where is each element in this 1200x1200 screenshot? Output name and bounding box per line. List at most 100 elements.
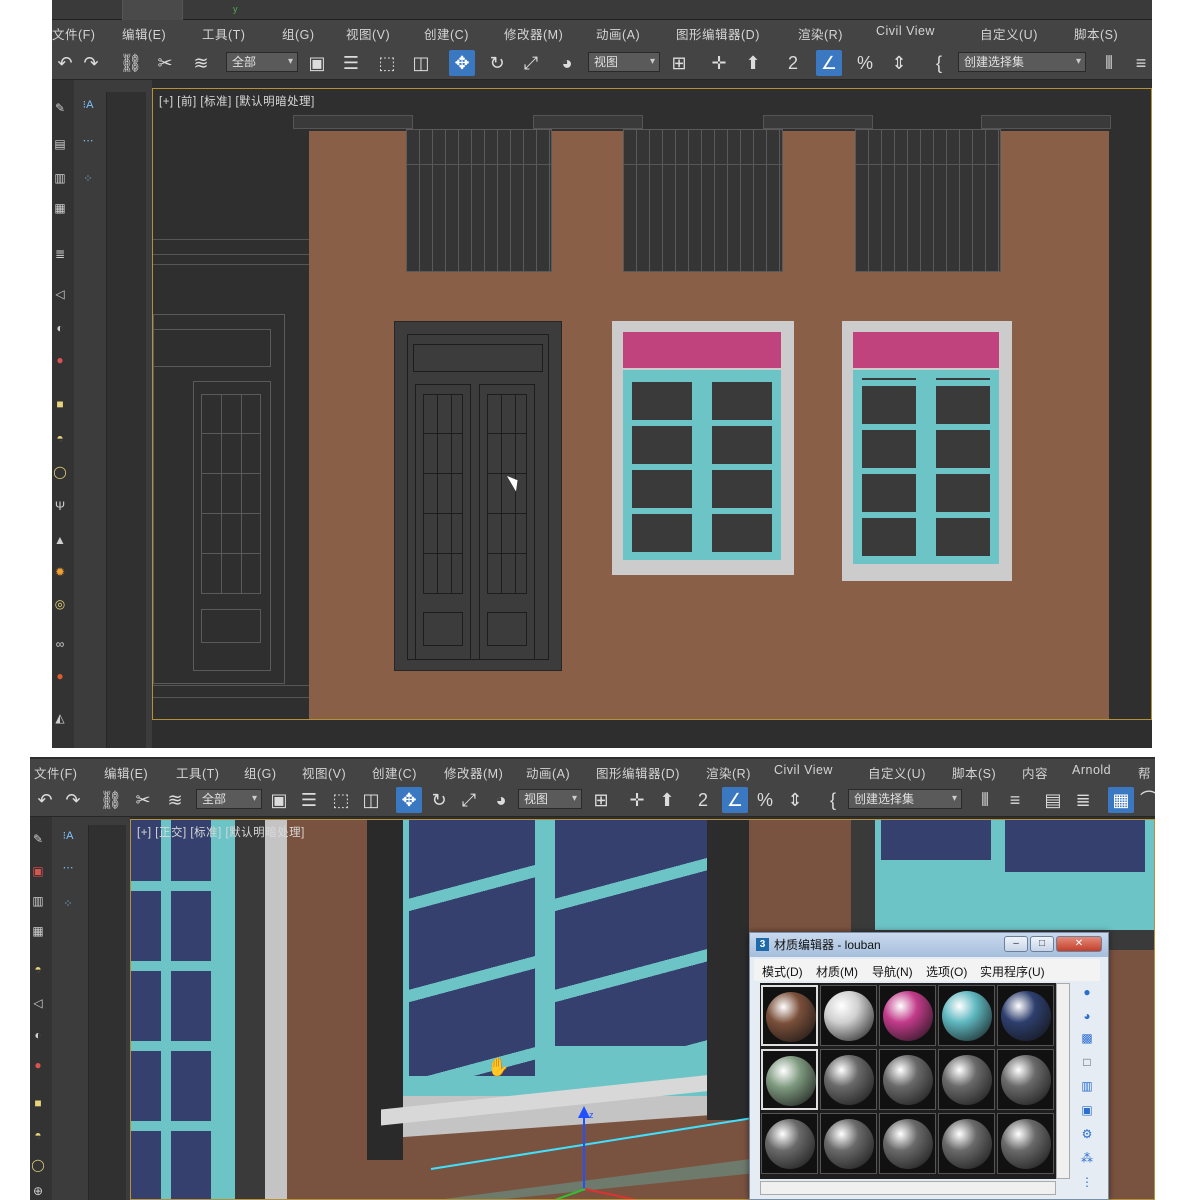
keyboard-shortcut-toggle-icon[interactable]: ⬆ — [654, 787, 680, 813]
menu-animation[interactable]: 动画(A) — [526, 763, 570, 782]
menu-views[interactable]: 视图(V) — [302, 763, 346, 782]
menu-modifiers[interactable]: 修改器(M) — [444, 763, 503, 782]
sample-type-icon[interactable]: ● — [1078, 983, 1096, 1001]
spinner-snap-icon[interactable]: ⇕ — [782, 787, 808, 813]
undo-icon[interactable]: ↶ — [32, 787, 58, 813]
redo-icon[interactable]: ↷ — [60, 787, 86, 813]
menu-rendering[interactable]: 渲染(R) — [706, 763, 751, 782]
image-icon[interactable]: ▣ — [30, 863, 46, 879]
dome-icon[interactable]: ◓ — [30, 1127, 46, 1143]
background-icon[interactable]: ▩ — [1078, 1029, 1096, 1047]
globe-icon[interactable]: ⊕ — [30, 1183, 46, 1199]
camera-icon[interactable]: ◭ — [52, 710, 68, 726]
sphere-icon[interactable]: ◯ — [30, 1157, 46, 1173]
menu-create[interactable]: 创建(C) — [372, 763, 417, 782]
toggle-ribbon-icon[interactable]: ▦ — [1108, 787, 1134, 813]
half-circle-icon[interactable]: ◐ — [30, 1027, 46, 1043]
select-and-move-icon[interactable]: ✥ — [449, 50, 475, 76]
menu-edit[interactable]: 编辑(E) — [122, 24, 166, 43]
particle-icon[interactable]: ● — [52, 668, 68, 684]
unlink-icon[interactable]: ✂ — [152, 50, 178, 76]
angle-snap-icon[interactable]: ∠ — [722, 787, 748, 813]
front-viewport[interactable]: [+] [前] [标准] [默认明暗处理] — [152, 88, 1152, 720]
sun-icon[interactable]: ✹ — [52, 564, 68, 580]
list-icon[interactable]: ≣ — [52, 246, 68, 262]
selection-filter-dropdown[interactable]: 全部 — [226, 52, 298, 72]
gizmo-z-axis[interactable] — [583, 1116, 585, 1190]
window-2[interactable] — [842, 321, 1012, 581]
fork-icon[interactable]: Ψ — [52, 498, 68, 514]
material-sample-slot[interactable] — [820, 1113, 877, 1174]
menu-edit[interactable]: 编辑(E) — [104, 763, 148, 782]
angle-snap-icon[interactable]: ∠ — [816, 50, 842, 76]
make-preview-icon[interactable]: ▣ — [1078, 1101, 1096, 1119]
circle-snap-icon[interactable]: ⁘ — [54, 893, 82, 915]
select-and-move-icon[interactable]: ✥ — [396, 787, 422, 813]
vertical-scrollbar[interactable] — [1056, 983, 1070, 1179]
menu-modifiers[interactable]: 修改器(M) — [504, 24, 563, 43]
mat-menu-options[interactable]: 选项(O) — [926, 963, 967, 980]
vertex-snap-icon[interactable]: ⋯ — [74, 130, 102, 152]
percent-snap-icon[interactable]: % — [852, 50, 878, 76]
material-sample-slot[interactable] — [761, 985, 818, 1046]
triangle-icon[interactable]: ▲ — [52, 532, 68, 548]
pivot-center-icon[interactable]: ⊞ — [666, 50, 692, 76]
link-icon[interactable]: ⛓ — [98, 787, 124, 813]
curve-editor-icon[interactable]: ⌒ — [1136, 787, 1155, 813]
named-selection-dropdown[interactable]: 创建选择集 — [848, 789, 962, 809]
window-1[interactable] — [612, 321, 794, 575]
main-door[interactable] — [394, 321, 562, 671]
timeline-track[interactable]: y — [182, 0, 1152, 20]
material-sample-slot[interactable] — [997, 1113, 1054, 1174]
viewport-label[interactable]: [+] [正交] [标准] [默认明暗处理] — [137, 824, 305, 840]
vertex-snap-icon[interactable]: ⋯ — [54, 857, 82, 879]
menu-views[interactable]: 视图(V) — [346, 24, 390, 43]
spinner-snap-icon[interactable]: ⇕ — [886, 50, 912, 76]
menu-help[interactable]: 帮 — [1138, 763, 1151, 782]
material-sample-slot[interactable] — [938, 1113, 995, 1174]
teapot-icon[interactable]: ● — [30, 1057, 46, 1073]
mat-menu-material[interactable]: 材质(M) — [816, 963, 858, 980]
scene-explorer-icon[interactable]: ▤ — [1040, 787, 1066, 813]
layer-explorer-icon[interactable]: ≣ — [1070, 787, 1096, 813]
menu-civil-view[interactable]: Civil View — [774, 763, 833, 777]
backlight-icon[interactable]: ◕ — [1078, 1007, 1096, 1025]
menu-tools[interactable]: 工具(T) — [176, 763, 219, 782]
menu-rendering[interactable]: 渲染(R) — [798, 24, 843, 43]
box-icon[interactable]: ■ — [52, 396, 68, 412]
select-and-scale-icon[interactable]: ⤢ — [518, 50, 544, 76]
brush-icon[interactable]: ✎ — [30, 831, 46, 847]
main-window-frame[interactable] — [403, 820, 733, 1096]
layer-icon[interactable]: ▤ — [52, 136, 68, 152]
menu-create[interactable]: 创建(C) — [424, 24, 469, 43]
table-icon[interactable]: ▦ — [52, 200, 68, 216]
maximize-button[interactable]: □ — [1030, 936, 1054, 952]
minimize-button[interactable]: – — [1004, 936, 1028, 952]
mirror-icon[interactable]: ⫴ — [1096, 50, 1122, 76]
place-icon[interactable]: ◕ — [554, 50, 580, 76]
material-sample-slot[interactable] — [761, 1113, 818, 1174]
panel-icon[interactable]: ▥ — [30, 893, 46, 909]
menu-graph-editors[interactable]: 图形编辑器(D) — [596, 763, 680, 782]
sphere-icon[interactable]: ◯ — [52, 464, 68, 480]
bind-space-warp-icon[interactable]: ≋ — [162, 787, 188, 813]
keyboard-shortcut-toggle-icon[interactable]: ⬆ — [740, 50, 766, 76]
balcony-railing[interactable] — [623, 129, 783, 272]
window-crossing-icon[interactable]: ◫ — [358, 787, 384, 813]
menu-scripting[interactable]: 脚本(S) — [952, 763, 996, 782]
dome-icon[interactable]: ◓ — [52, 430, 68, 446]
options-icon[interactable]: ⚙ — [1078, 1125, 1096, 1143]
pivot-center-icon[interactable]: ⊞ — [588, 787, 614, 813]
edit-named-selection-icon[interactable]: { — [820, 787, 846, 813]
video-color-check-icon[interactable]: ▥ — [1078, 1077, 1096, 1095]
material-sample-slot[interactable] — [997, 1049, 1054, 1110]
teapot-icon[interactable]: ● — [52, 352, 68, 368]
brush-icon[interactable]: ✎ — [52, 100, 68, 116]
menu-file[interactable]: 文件(F) — [52, 24, 95, 43]
select-and-rotate-icon[interactable]: ↻ — [484, 50, 510, 76]
percent-snap-icon[interactable]: % — [752, 787, 778, 813]
menu-animation[interactable]: 动画(A) — [596, 24, 640, 43]
menu-tools[interactable]: 工具(T) — [202, 24, 245, 43]
box-icon[interactable]: ■ — [30, 1095, 46, 1111]
mat-menu-modes[interactable]: 模式(D) — [762, 963, 803, 980]
